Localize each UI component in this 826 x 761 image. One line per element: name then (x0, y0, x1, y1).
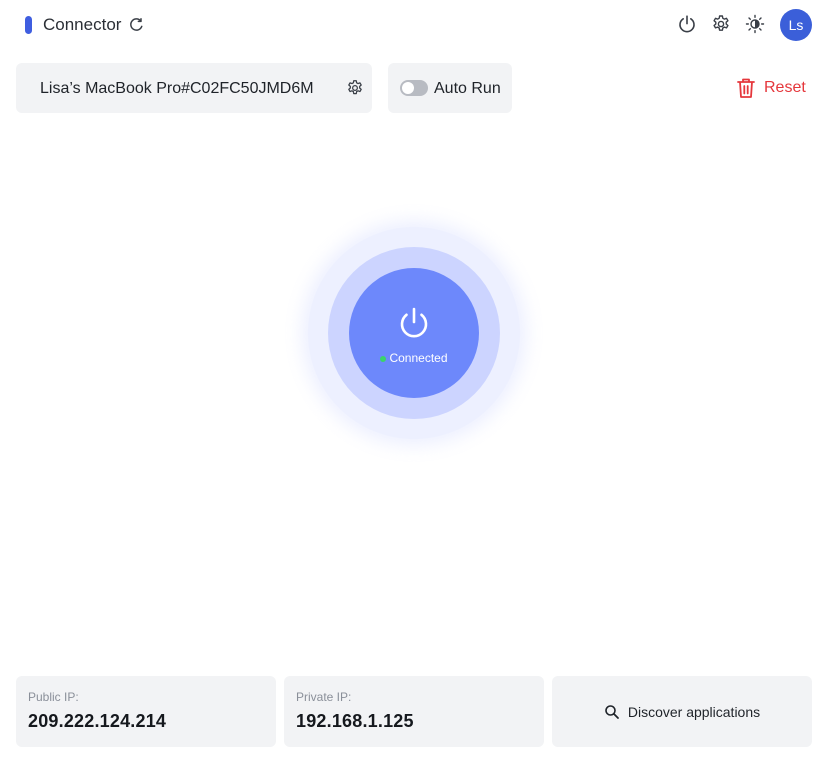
device-selector[interactable]: Lisa’s MacBook Pro#C02FC50JMD6M (16, 63, 372, 113)
public-ip-value: 209.222.124.214 (28, 711, 167, 731)
device-name: Lisa’s MacBook Pro#C02FC50JMD6M (40, 80, 314, 97)
search-icon (605, 704, 619, 719)
discover-applications-button[interactable]: Discover applications (552, 676, 812, 747)
public-ip-label: Public IP: (28, 690, 79, 704)
discover-applications-label: Discover applications (627, 703, 761, 720)
status-dot (380, 355, 387, 362)
refresh-icon[interactable] (129, 17, 144, 32)
auto-run-toggle[interactable] (400, 80, 428, 96)
brand-accent-bar (25, 16, 32, 34)
trash-icon (737, 78, 755, 98)
toggle-knob (402, 82, 414, 94)
auto-run-control[interactable]: Auto Run (388, 63, 512, 113)
header-gear-icon[interactable] (711, 14, 731, 34)
device-settings-icon[interactable] (346, 79, 364, 97)
avatar[interactable]: Ls (780, 9, 812, 41)
theme-icon[interactable] (745, 14, 765, 34)
header-power-icon[interactable] (677, 14, 697, 34)
status-label: Connected (389, 351, 448, 365)
reset-button[interactable]: Reset (736, 76, 806, 100)
private-ip-value: 192.168.1.125 (296, 711, 414, 731)
auto-run-label: Auto Run (434, 80, 501, 97)
private-ip-card: Private IP: 192.168.1.125 (284, 676, 544, 747)
app-title: Connector (43, 15, 122, 34)
connect-power-button[interactable]: Connected (349, 268, 479, 398)
reset-label: Reset (764, 79, 806, 96)
power-icon (400, 307, 428, 338)
private-ip-label: Private IP: (296, 690, 352, 704)
app-header: Connector Ls (0, 0, 826, 50)
public-ip-card: Public IP: 209.222.124.214 (16, 676, 276, 747)
connection-status: Connected (349, 351, 479, 365)
